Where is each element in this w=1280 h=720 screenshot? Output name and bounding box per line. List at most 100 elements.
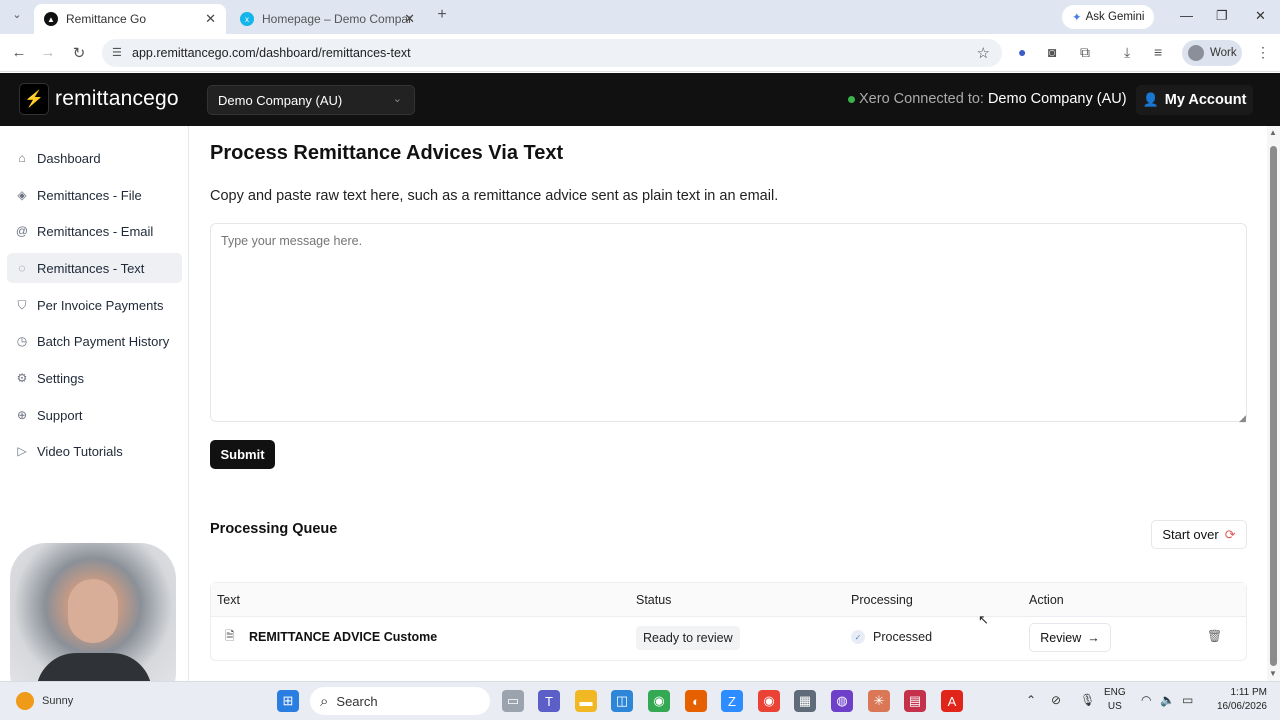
github-icon[interactable]: ◍ [831, 690, 853, 712]
tab-list-icon[interactable]: ⌄ [8, 8, 26, 21]
profile-avatar [1188, 45, 1204, 61]
review-label: Review [1040, 630, 1082, 645]
microphone-icon[interactable]: 🎙 [1080, 693, 1095, 707]
clock-time: 1:11 PM [1230, 687, 1268, 698]
layers-icon: ◈ [17, 188, 27, 202]
media-control-icon[interactable]: ≡ [1154, 44, 1162, 60]
review-button[interactable]: Review → [1029, 623, 1111, 652]
close-tab-icon[interactable]: ✕ [205, 11, 216, 27]
arrow-right-icon: → [1087, 630, 1100, 645]
scroll-thumb[interactable] [1270, 146, 1277, 666]
lang-line2: US [1107, 701, 1122, 712]
chat-icon: ◌ [18, 261, 26, 275]
processing-label: Processed [873, 630, 933, 644]
home-icon: ⌂ [18, 151, 26, 165]
app-red-icon[interactable]: ▤ [904, 690, 926, 712]
sidebar-item-label: Remittances - Email [37, 223, 154, 239]
scroll-down-icon[interactable]: ▼ [1269, 669, 1277, 678]
tab-homepage-demo-company[interactable]: x Homepage – Demo Company ( ✕ [230, 4, 425, 34]
zoom-icon[interactable]: Z [721, 690, 743, 712]
file-explorer-icon[interactable]: ▬ [575, 690, 597, 712]
my-account-button[interactable]: 👤 My Account [1136, 85, 1253, 115]
camera-icon[interactable]: ◙ [1048, 44, 1056, 60]
processing-queue-table: Text Status Processing Action 🗎 REMITTAN… [210, 582, 1247, 661]
profile-label: Work [1210, 47, 1237, 59]
site-info-icon[interactable]: ☰ [112, 46, 122, 59]
weather-widget[interactable]: Sunny [16, 692, 73, 710]
acrobat-icon[interactable]: A [941, 690, 963, 712]
profile-button[interactable]: Work [1182, 40, 1242, 66]
windows-start-icon[interactable]: ⊞ [277, 690, 299, 712]
lightning-logo-icon: ⚡ [19, 83, 49, 115]
company-select[interactable]: Demo Company (AU) ⌄ [207, 85, 415, 115]
logo-text[interactable]: remittancego [55, 87, 179, 111]
page-scrollbar[interactable]: ▲ ▼ [1267, 126, 1280, 681]
sidebar-item-dashboard[interactable]: ⌂ Dashboard [7, 143, 182, 173]
column-header-processing: Processing [851, 593, 913, 607]
teams-icon[interactable]: T [538, 690, 560, 712]
my-account-label: My Account [1164, 92, 1247, 108]
tab-title: Remittance Go [66, 12, 147, 26]
chevron-down-icon: ⌄ [392, 93, 402, 105]
close-tab-icon[interactable]: ✕ [404, 11, 415, 27]
battery-icon[interactable]: ▭ [1182, 693, 1193, 707]
document-icon: 🗎 [225, 629, 235, 643]
status-badge: Ready to review [636, 626, 740, 650]
submit-button[interactable]: Submit [210, 440, 275, 469]
message-textarea[interactable] [210, 223, 1247, 422]
clock-date: 16/06/2026 [1216, 701, 1267, 712]
sidebar-item-remittances-email[interactable]: @ Remittances - Email [7, 216, 182, 246]
forward-icon[interactable]: → [39, 44, 57, 61]
mouse-cursor-icon: ↖ [978, 612, 989, 627]
store-icon[interactable]: ◫ [611, 690, 633, 712]
claude-icon[interactable]: ✳ [868, 690, 890, 712]
browser-menu-icon[interactable]: ⋮ [1256, 44, 1270, 61]
system-clock[interactable]: 1:11 PM 16/06/2026 [1203, 686, 1267, 714]
chrome-icon[interactable]: ◉ [648, 690, 670, 712]
calculator-icon[interactable]: ▦ [794, 690, 816, 712]
minimize-icon[interactable]: — [1180, 8, 1193, 23]
sidebar-item-settings[interactable]: ⚙ Settings [7, 363, 182, 393]
start-over-button[interactable]: Start over ⟳ [1151, 520, 1247, 549]
tab-title: Homepage – Demo Company ( [262, 12, 412, 26]
close-window-icon[interactable]: ✕ [1255, 8, 1266, 24]
taskbar-search[interactable]: ⌕ Search [310, 687, 490, 715]
xero-company-name: Demo Company (AU) [987, 91, 1127, 107]
sidebar-item-label: Settings [37, 370, 84, 386]
sidebar-item-remittances-file[interactable]: ◈ Remittances - File [7, 180, 182, 210]
tab-remittance-go[interactable]: ▲ Remittance Go ✕ [34, 4, 226, 34]
resize-grip-icon[interactable]: ◢ [1239, 413, 1246, 424]
back-icon[interactable]: ← [10, 44, 28, 61]
tray-chevron-icon[interactable]: ⌃ [1026, 693, 1036, 707]
extension-icon[interactable]: ● [1018, 44, 1026, 60]
sidebar-item-label: Video Tutorials [37, 443, 123, 459]
wifi-icon[interactable]: ◠ [1141, 693, 1151, 707]
user-icon: 👤 [1142, 92, 1159, 107]
network-off-icon[interactable]: ⊘ [1051, 693, 1061, 707]
new-tab-icon[interactable]: + [433, 6, 451, 24]
processing-status: ✓ Processed [851, 630, 932, 644]
reload-icon[interactable]: ↻ [70, 44, 88, 62]
restore-icon[interactable]: ❐ [1216, 8, 1228, 24]
trash-icon[interactable]: 🗑 [1207, 629, 1222, 643]
check-icon: ✓ [851, 630, 865, 644]
language-indicator[interactable]: ENG US [1104, 686, 1126, 714]
task-view-icon[interactable]: ▭ [502, 690, 524, 712]
download-icon[interactable]: ⤓ [1124, 44, 1130, 61]
scroll-up-icon[interactable]: ▲ [1269, 128, 1277, 137]
chrome-profile-icon[interactable]: ◉ [758, 690, 780, 712]
bookmark-star-icon[interactable]: ☆ [977, 44, 990, 62]
sidebar-item-support[interactable]: ⊕ Support [7, 400, 182, 430]
app-header: ⚡ remittancego Demo Company (AU) ⌄ Xero … [0, 73, 1280, 126]
sidebar-item-batch-payment-history[interactable]: ◷ Batch Payment History [7, 326, 182, 356]
sidebar-item-video-tutorials[interactable]: ▷ Video Tutorials [7, 436, 182, 466]
ask-gemini-button[interactable]: ✦ Ask Gemini [1062, 5, 1155, 29]
sidebar-item-remittances-text[interactable]: ◌ Remittances - Text [7, 253, 182, 283]
lifebuoy-icon: ⊕ [16, 408, 28, 422]
volume-icon[interactable]: 🔈 [1160, 693, 1175, 707]
firefox-icon[interactable]: ◐ [685, 690, 707, 712]
url-bar[interactable]: ☰ app.remittancego.com/dashboard/remitta… [102, 39, 1002, 67]
sidebar-item-per-invoice-payments[interactable]: ⛉ Per Invoice Payments [7, 290, 182, 320]
extensions-puzzle-icon[interactable]: ⧉ [1080, 44, 1090, 61]
presenter-head [68, 579, 118, 643]
